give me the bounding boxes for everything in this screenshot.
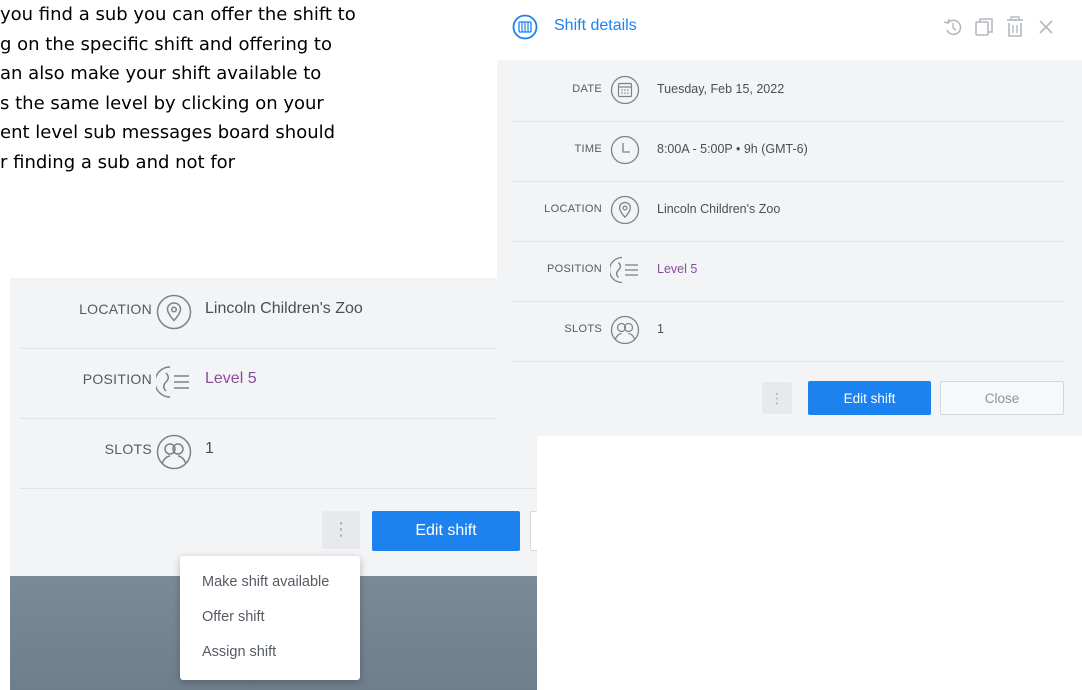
more-options-button[interactable]: ⋮ [322,511,360,549]
time-value: 8:00A - 5:00P • 9h (GMT-6) [657,142,808,156]
close-button[interactable]: Close [940,381,1064,415]
time-row: TIME 8:00A - 5:00P • 9h (GMT-6) [512,121,1065,182]
menu-item-offer-shift[interactable]: Offer shift [202,609,265,625]
document-line: an also make your shift available to [0,63,322,85]
menu-item-assign-shift[interactable]: Assign shift [202,644,276,660]
location-pin-icon [610,195,640,225]
panel-actions: ⋮ Edit shift Close [497,380,1082,420]
location-label: LOCATION [79,301,152,317]
edit-shift-button[interactable]: Edit shift [372,511,520,551]
position-value: Level 5 [657,262,698,276]
location-value: Lincoln Children's Zoo [657,202,781,216]
document-line: r finding a sub and not for [0,151,236,173]
location-pin-icon [156,294,192,330]
panel-header: Shift details [497,0,1082,60]
slots-label: SLOTS [104,441,152,457]
position-row: POSITION Level 5 [512,241,1065,302]
shift-details-panel: Shift details DATE Tuesday, Feb 15, 2022… [497,0,1082,436]
date-label: DATE [572,83,602,95]
location-row: LOCATION Lincoln Children's Zoo [512,181,1065,242]
slots-row: SLOTS 1 [512,301,1065,362]
document-line: g on the specific shift and offering to [0,33,332,55]
panel-actions: ⋮ Edit shift [10,503,537,563]
slots-label: SLOTS [564,323,602,335]
close-icon[interactable] [1033,14,1059,40]
document-text: you find a sub you can offer the shift t… [0,0,500,178]
location-value: Lincoln Children's Zoo [205,300,363,317]
document-line: s the same level by clicking on your [0,92,324,114]
document-line: ent level sub messages board should [0,122,336,144]
slots-value: 1 [205,440,214,457]
position-label: POSITION [82,371,152,387]
slots-row: SLOTS 1 [20,418,537,489]
date-value: Tuesday, Feb 15, 2022 [657,82,785,96]
position-row: POSITION Level 5 [20,348,537,419]
location-row: LOCATION Lincoln Children's Zoo [20,278,537,349]
slots-value: 1 [657,322,664,336]
more-options-button[interactable]: ⋮ [762,382,792,414]
document-line: you find a sub you can offer the shift t… [0,4,356,25]
location-label: LOCATION [544,203,602,215]
more-options-menu: Make shift available Offer shift Assign … [180,556,360,680]
close-button-partial[interactable] [530,511,537,551]
slots-icon [610,315,640,345]
shift-details-icon [512,14,538,40]
shift-details-panel-zoomed: LOCATION Lincoln Children's Zoo POSITION… [10,278,537,576]
time-label: TIME [574,143,602,155]
clock-icon [610,135,640,165]
trash-icon[interactable] [1002,14,1028,40]
undo-icon[interactable] [940,14,966,40]
menu-item-make-shift-available[interactable]: Make shift available [202,574,329,590]
panel-title: Shift details [554,17,637,34]
date-row: DATE Tuesday, Feb 15, 2022 [512,61,1065,122]
position-icon [608,255,640,285]
edit-shift-button[interactable]: Edit shift [808,381,931,415]
position-label: POSITION [547,263,602,275]
position-value: Level 5 [205,370,257,387]
calendar-icon [610,75,640,105]
duplicate-icon[interactable] [971,14,997,40]
position-icon [154,364,192,400]
slots-icon [156,434,192,470]
